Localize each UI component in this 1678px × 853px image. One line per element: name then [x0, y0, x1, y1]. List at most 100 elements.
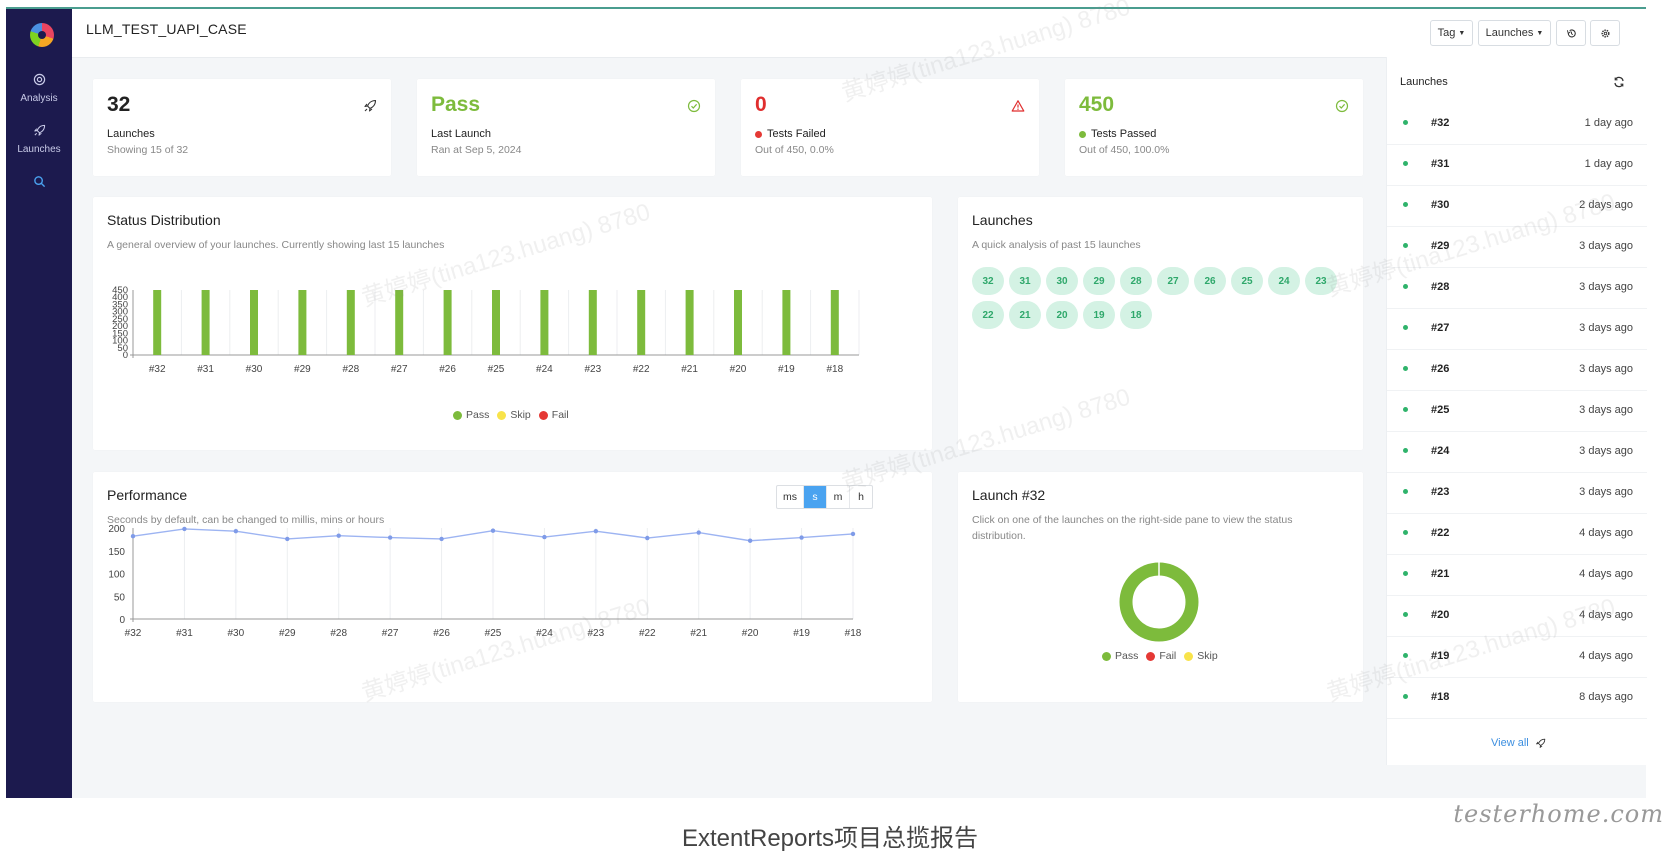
bar-pass: [443, 290, 452, 355]
app-logo[interactable]: [30, 23, 54, 47]
launch-list-item[interactable]: #28 3 days ago: [1387, 267, 1647, 309]
launch-name: #24: [1431, 445, 1450, 457]
launch-chip[interactable]: 23: [1305, 267, 1337, 295]
launch-name: #29: [1431, 240, 1450, 252]
legend-item-fail[interactable]: Fail: [1146, 650, 1176, 662]
legend-item-skip[interactable]: Skip: [497, 409, 531, 421]
launch-chip[interactable]: 22: [972, 301, 1004, 329]
gear-icon: [1600, 28, 1610, 38]
legend-label: Fail: [551, 409, 569, 421]
bar-pass: [830, 290, 839, 355]
launch-list-item[interactable]: #29 3 days ago: [1387, 226, 1647, 268]
legend-item-skip[interactable]: Skip: [1184, 650, 1218, 662]
launch-time: 4 days ago: [1579, 650, 1633, 662]
launches-dropdown-button[interactable]: Launches ▼: [1478, 20, 1551, 46]
sidebar-item-label: Launches: [17, 144, 61, 155]
stat-sub: Out of 450, 0.0%: [755, 144, 834, 156]
history-button[interactable]: [1556, 20, 1586, 46]
sidebar-item-search[interactable]: [6, 175, 72, 195]
launch-list-item[interactable]: #19 4 days ago: [1387, 636, 1647, 678]
status-dot: [1403, 284, 1408, 289]
launch-chip[interactable]: 25: [1231, 267, 1263, 295]
bar-pass: [250, 290, 258, 355]
launch-list-item[interactable]: #27 3 days ago: [1387, 308, 1647, 350]
x-tick-label: #18: [826, 364, 843, 375]
launch-time: 3 days ago: [1579, 404, 1633, 416]
launch-list-item[interactable]: #25 3 days ago: [1387, 390, 1647, 432]
launch-list-item[interactable]: #26 3 days ago: [1387, 349, 1647, 391]
x-tick-label: #30: [228, 628, 245, 639]
launch-chip[interactable]: 19: [1083, 301, 1115, 329]
data-point: [645, 535, 650, 541]
rocket-icon: [364, 99, 377, 112]
search-icon: [6, 175, 72, 191]
x-tick-label: #24: [536, 364, 553, 375]
data-point: [387, 535, 393, 540]
stat-label: Tests Failed: [755, 128, 826, 140]
status-dot: [1403, 325, 1408, 330]
data-point: [233, 528, 239, 534]
data-point: [542, 534, 547, 540]
launch-detail-card: Launch #32 Click on one of the launches …: [958, 472, 1363, 702]
tag-dropdown-button[interactable]: Tag ▼: [1430, 20, 1473, 46]
launch-chip[interactable]: 20: [1046, 301, 1078, 329]
legend-item-pass[interactable]: Pass: [1102, 650, 1138, 662]
data-point: [490, 528, 496, 533]
launch-chip[interactable]: 24: [1268, 267, 1300, 295]
launch-name: #27: [1431, 322, 1450, 334]
sidebar-item-launches[interactable]: Launches: [6, 124, 72, 155]
legend-label: Skip: [510, 409, 531, 421]
x-tick-label: #29: [279, 628, 296, 639]
launch-chip[interactable]: 27: [1157, 267, 1189, 295]
status-dot: [1403, 407, 1408, 412]
launch-list-item[interactable]: #21 4 days ago: [1387, 554, 1647, 596]
launch-list-item[interactable]: #20 4 days ago: [1387, 595, 1647, 637]
launch-list-item[interactable]: #32 1 day ago: [1387, 103, 1647, 145]
launch-list-item[interactable]: #23 3 days ago: [1387, 472, 1647, 514]
launch-chip[interactable]: 18: [1120, 301, 1152, 329]
launch-chip[interactable]: 32: [972, 267, 1004, 295]
launch-time: 2 days ago: [1579, 199, 1633, 211]
stat-sub: Out of 450, 100.0%: [1079, 144, 1170, 156]
launch-time: 3 days ago: [1579, 281, 1633, 293]
chart-legend: Pass Skip Fail: [453, 409, 577, 421]
legend-item-pass[interactable]: Pass: [453, 409, 489, 421]
settings-button[interactable]: [1590, 20, 1620, 46]
bar-pass: [153, 290, 162, 355]
stat-card-tests-passed: 450 Tests Passed Out of 450, 100.0%: [1065, 79, 1363, 176]
legend-item-fail[interactable]: Fail: [538, 409, 569, 421]
brand-watermark: testerhome.com: [1453, 800, 1664, 828]
legend-label: Fail: [1159, 650, 1177, 662]
view-all-link[interactable]: View all: [1491, 737, 1546, 749]
performance-card: Performance Seconds by default, can be c…: [93, 472, 932, 702]
x-tick-label: #23: [584, 364, 601, 375]
launch-time: 3 days ago: [1579, 445, 1633, 457]
legend-swatch: [1102, 651, 1111, 661]
stat-value: 0: [755, 93, 767, 116]
stat-label-text: Tests Passed: [1091, 128, 1157, 140]
status-dot: [1403, 243, 1408, 248]
launch-list-item[interactable]: #22 4 days ago: [1387, 513, 1647, 555]
launch-list-item[interactable]: #31 1 day ago: [1387, 144, 1647, 186]
panel-title: Launches: [1400, 76, 1448, 88]
launch-list-item[interactable]: #30 2 days ago: [1387, 185, 1647, 227]
launch-chip[interactable]: 30: [1046, 267, 1078, 295]
sidebar-item-analysis[interactable]: Analysis: [6, 73, 72, 104]
launch-chip[interactable]: 29: [1083, 267, 1115, 295]
launch-list-item[interactable]: #18 8 days ago: [1387, 677, 1647, 719]
data-point: [285, 536, 290, 542]
launch-name: #19: [1431, 650, 1450, 662]
x-tick-label: #25: [485, 628, 502, 639]
launch-time: 4 days ago: [1579, 568, 1633, 580]
refresh-icon[interactable]: [1613, 76, 1625, 88]
launch-chip[interactable]: 28: [1120, 267, 1152, 295]
card-subtitle: A quick analysis of past 15 launches: [972, 239, 1141, 251]
bar-pass: [685, 290, 694, 355]
stat-label: Launches: [107, 128, 155, 140]
launch-chip[interactable]: 21: [1009, 301, 1041, 329]
launch-chip[interactable]: 31: [1009, 267, 1041, 295]
launch-list-item[interactable]: #24 3 days ago: [1387, 431, 1647, 473]
launch-chip[interactable]: 26: [1194, 267, 1226, 295]
launch-time: 3 days ago: [1579, 322, 1633, 334]
status-dot: [1403, 653, 1408, 658]
